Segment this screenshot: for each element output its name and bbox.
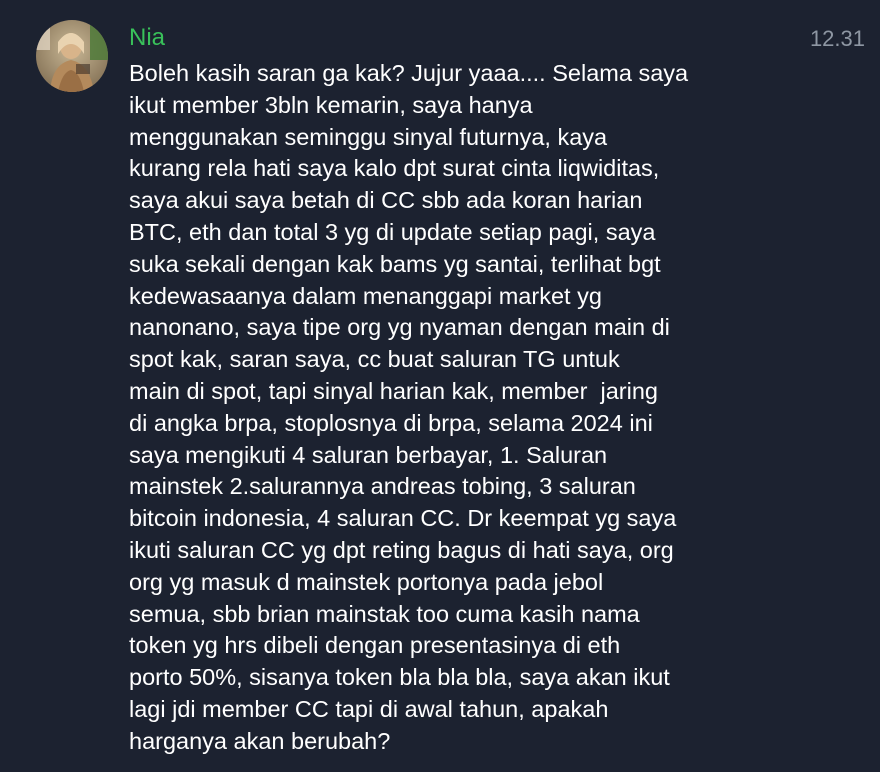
message-line: BTC, eth dan total 3 yg di update setiap… <box>129 218 656 245</box>
message-line: porto 50%, sisanya token bla bla bla, sa… <box>129 664 670 691</box>
message-line: saya mengikuti 4 saluran berbayar, 1. Sa… <box>129 441 608 468</box>
sender-name[interactable]: Nia <box>129 24 165 52</box>
message-line: saya akui saya betah di CC sbb ada koran… <box>129 187 643 214</box>
avatar[interactable] <box>36 20 108 92</box>
message-line: bitcoin indonesia, 4 saluran CC. Dr keem… <box>129 505 677 532</box>
message-line: ikuti saluran CC yg dpt reting bagus di … <box>129 536 674 563</box>
message-time: 12.31 <box>809 26 865 51</box>
message-line: ikut member 3bln kemarin, saya hanya <box>129 91 533 118</box>
message-line: org yg masuk d mainstek portonya pada je… <box>129 568 604 595</box>
message-line: di angka brpa, stoplosnya di brpa, selam… <box>129 409 653 436</box>
message-line: nanonano, saya tipe org yg nyaman dengan… <box>129 314 670 341</box>
message-line: suka sekali dengan kak bams yg santai, t… <box>129 250 661 277</box>
message-line: token yg hrs dibeli dengan presentasinya… <box>129 632 621 659</box>
message-line: kurang rela hati saya kalo dpt surat cin… <box>129 155 660 182</box>
message-line: Boleh kasih saran ga kak? Jujur yaaa....… <box>129 60 689 86</box>
avatar-photo <box>36 20 108 92</box>
message-line: kedewasaanya dalam menanggapi market yg <box>129 282 602 309</box>
message-line: lagi jdi member CC tapi di awal tahun, a… <box>129 695 609 722</box>
message-line: main di spot, tapi sinyal harian kak, me… <box>129 377 658 404</box>
chat-message: Nia 12.31 Boleh kasih saran ga kak? Juju… <box>0 0 880 772</box>
message-line: spot kak, saran saya, cc buat saluran TG… <box>129 346 620 373</box>
message-line: semua, sbb brian mainstak too cuma kasih… <box>129 600 640 627</box>
message-line: harganya akan berubah? <box>129 727 391 754</box>
message-line: mainstek 2.salurannya andreas tobing, 3 … <box>129 473 636 500</box>
message-line: menggunakan seminggu sinyal futurnya, ka… <box>129 123 608 150</box>
message-text: Boleh kasih saran ga kak? Jujur yaaa....… <box>129 58 869 758</box>
